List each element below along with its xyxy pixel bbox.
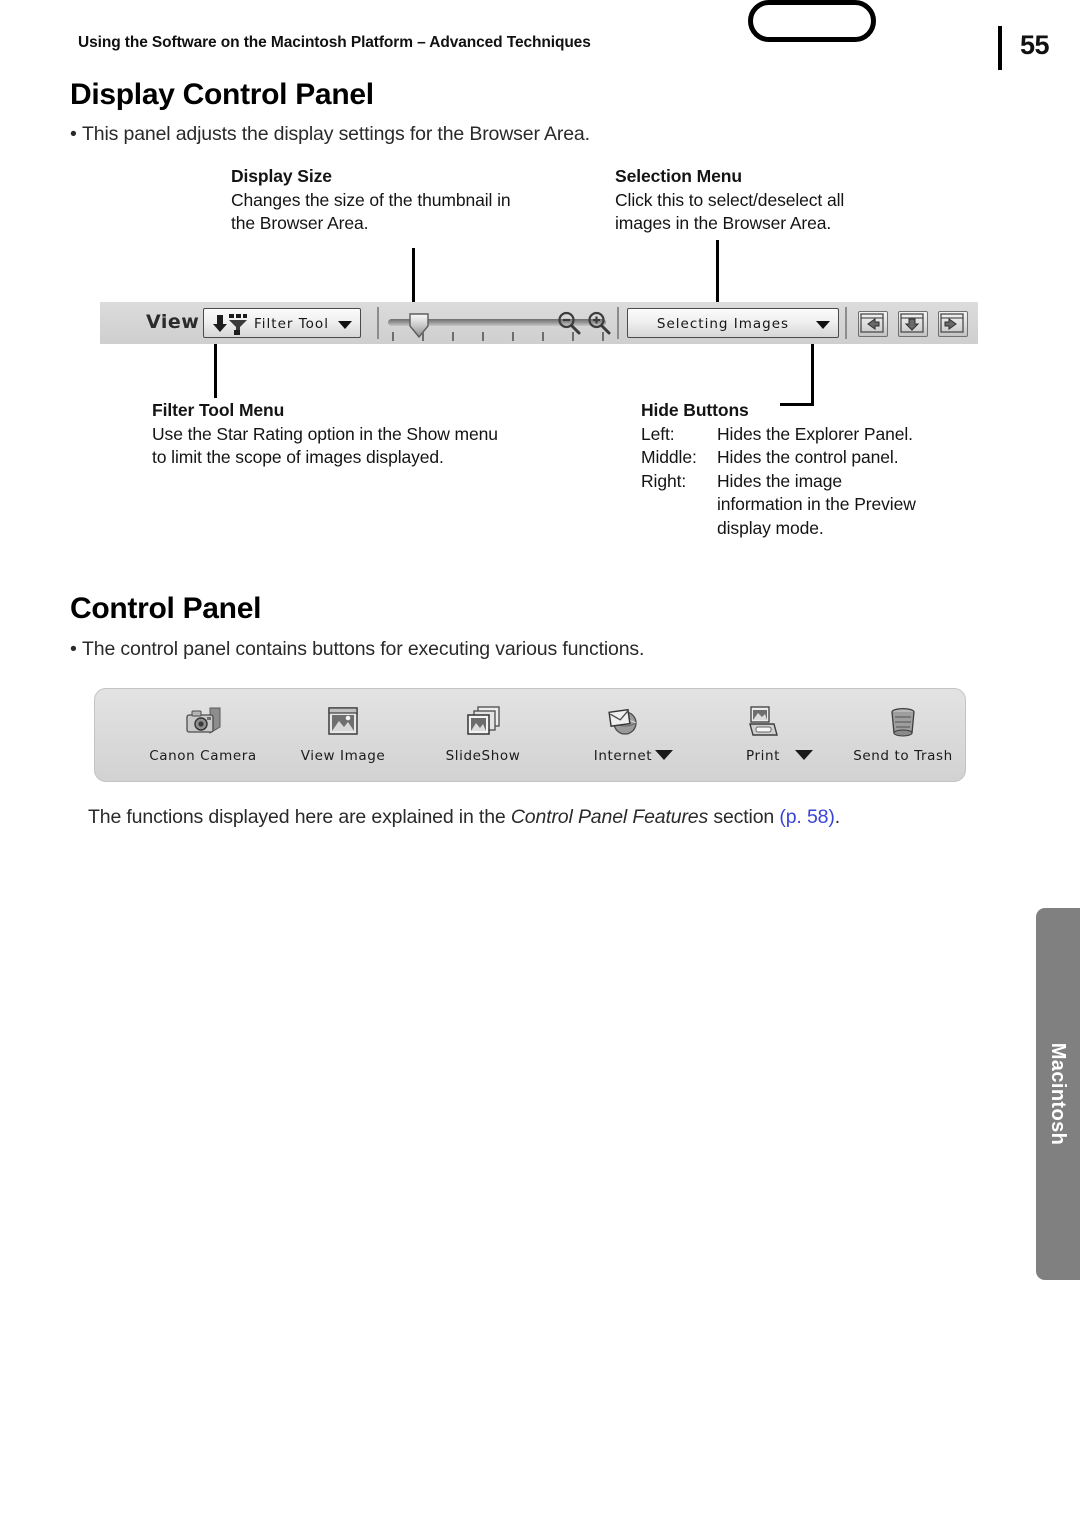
control-panel-toolbar[interactable]: Canon Camera View Image SlideShow Intern… bbox=[94, 688, 966, 782]
toolbar-divider bbox=[845, 307, 847, 339]
hide-middle-button[interactable] bbox=[898, 311, 928, 337]
callout-display-size: Display Size Changes the size of the thu… bbox=[231, 165, 511, 236]
filter-tool-menu[interactable]: Filter Tool bbox=[203, 308, 361, 338]
toolbar-divider bbox=[617, 307, 619, 339]
control-panel-label: Print bbox=[745, 748, 781, 764]
callout-hide-buttons: Hide Buttons Left: Hides the Explorer Pa… bbox=[641, 399, 916, 540]
hide-left-button[interactable] bbox=[858, 311, 888, 337]
hide-buttons-group[interactable] bbox=[852, 305, 972, 341]
callout-line: to limit the scope of images displayed. bbox=[152, 447, 444, 467]
section-heading-control-panel: Control Panel bbox=[70, 592, 262, 625]
hide-buttons-row: Right: Hides the image bbox=[641, 470, 916, 494]
leader-line-display-size bbox=[412, 248, 415, 308]
control-panel-button-slideshow[interactable]: SlideShow bbox=[413, 703, 553, 765]
hide-buttons-key: Middle: bbox=[641, 447, 697, 467]
hide-buttons-value: Hides the control panel. bbox=[717, 447, 899, 467]
bullet-text: This panel adjusts the display settings … bbox=[82, 123, 590, 145]
chevron-down-icon bbox=[816, 321, 830, 329]
hide-buttons-continuation: display mode. bbox=[717, 517, 824, 538]
callout-selection-menu: Selection Menu Click this to select/dese… bbox=[615, 165, 844, 236]
bullet-text: The control panel contains buttons for e… bbox=[82, 638, 645, 660]
callout-title: Hide Buttons bbox=[641, 400, 749, 420]
hide-buttons-continuation: information in the Preview bbox=[717, 494, 916, 514]
page-reference-link[interactable]: (p. 58) bbox=[779, 806, 834, 828]
picture-window-icon bbox=[320, 703, 366, 745]
callout-title: Selection Menu bbox=[615, 166, 742, 186]
callout-title: Display Size bbox=[231, 166, 332, 186]
control-panel-button-send-to-trash[interactable]: Send to Trash bbox=[833, 703, 973, 765]
hide-buttons-annotation-ring bbox=[748, 0, 876, 42]
callout-line: Click this to select/deselect all bbox=[615, 189, 845, 210]
page-number-rule bbox=[998, 26, 1002, 70]
slideshow-stack-icon bbox=[460, 703, 506, 745]
filter-tool-value: Filter Tool bbox=[254, 316, 329, 332]
bullet-dot-icon: • bbox=[70, 123, 77, 145]
callout-line: the Browser Area. bbox=[231, 213, 369, 233]
magnifier-minus-icon[interactable] bbox=[556, 310, 582, 336]
magnifier-plus-icon[interactable] bbox=[586, 310, 612, 336]
camera-icon bbox=[180, 703, 226, 745]
callout-line: Use the Star Rating option in the Show m… bbox=[152, 423, 498, 444]
display-control-panel-toolbar[interactable]: View Filter Tool Selecting Images bbox=[100, 302, 978, 344]
callout-line: images in the Browser Area. bbox=[615, 213, 832, 233]
hide-right-button[interactable] bbox=[938, 311, 968, 337]
selection-menu[interactable]: Selecting Images bbox=[627, 308, 839, 338]
print-dropdown-caret-icon[interactable] bbox=[795, 750, 813, 760]
control-panel-label: Internet bbox=[593, 748, 653, 764]
closing-part3: . bbox=[834, 806, 840, 828]
side-tab-macintosh: Macintosh bbox=[1036, 908, 1080, 1280]
selection-menu-value: Selecting Images bbox=[656, 316, 790, 332]
callout-line: Changes the size of the thumbnail in bbox=[231, 189, 511, 210]
control-panel-label: Send to Trash bbox=[853, 748, 953, 764]
callout-title: Filter Tool Menu bbox=[152, 400, 285, 420]
hide-buttons-key: Left: bbox=[641, 423, 675, 444]
internet-dropdown-caret-icon[interactable] bbox=[655, 750, 673, 760]
running-head: Using the Software on the Macintosh Plat… bbox=[78, 34, 591, 51]
closing-italic-title: Control Panel Features bbox=[510, 806, 709, 828]
section-bullet-control-panel: • The control panel contains buttons for … bbox=[70, 638, 644, 661]
chevron-down-icon bbox=[338, 321, 352, 329]
hide-buttons-definition-list: Left: Hides the Explorer Panel. Middle: … bbox=[641, 423, 916, 541]
bullet-dot-icon: • bbox=[70, 638, 77, 660]
closing-part2: section bbox=[708, 806, 780, 828]
leader-line-hide-buttons-vertical bbox=[811, 344, 814, 406]
globe-mail-icon bbox=[600, 703, 646, 745]
control-panel-button-view-image[interactable]: View Image bbox=[273, 703, 413, 765]
side-tab-label: Macintosh bbox=[1047, 1042, 1069, 1146]
closing-caption: The functions displayed here are explain… bbox=[88, 806, 840, 829]
filter-funnel-icon bbox=[210, 312, 250, 336]
view-label: View bbox=[146, 311, 200, 333]
leader-line-filter-tool bbox=[214, 344, 217, 398]
printer-icon bbox=[740, 703, 786, 745]
hide-buttons-key: Right: bbox=[641, 470, 687, 491]
section-heading-display-control-panel: Display Control Panel bbox=[70, 78, 374, 111]
closing-part1: The functions displayed here are explain… bbox=[88, 806, 511, 828]
hide-buttons-value: Hides the image bbox=[717, 470, 842, 491]
callout-filter-tool-menu: Filter Tool Menu Use the Star Rating opt… bbox=[152, 399, 498, 470]
section-bullet-display-control-panel: • This panel adjusts the display settings… bbox=[70, 123, 590, 146]
hide-buttons-row: Left: Hides the Explorer Panel. bbox=[641, 423, 916, 447]
control-panel-label: Canon Camera bbox=[149, 748, 257, 764]
control-panel-label: SlideShow bbox=[445, 748, 521, 764]
control-panel-button-canon-camera[interactable]: Canon Camera bbox=[133, 703, 273, 765]
trash-can-icon bbox=[880, 703, 926, 745]
toolbar-divider bbox=[377, 307, 379, 339]
hide-buttons-value: Hides the Explorer Panel. bbox=[717, 423, 913, 444]
hide-buttons-row: Middle: Hides the control panel. bbox=[641, 446, 916, 470]
page-number: 55 bbox=[1020, 30, 1050, 60]
control-panel-label: View Image bbox=[300, 748, 386, 764]
